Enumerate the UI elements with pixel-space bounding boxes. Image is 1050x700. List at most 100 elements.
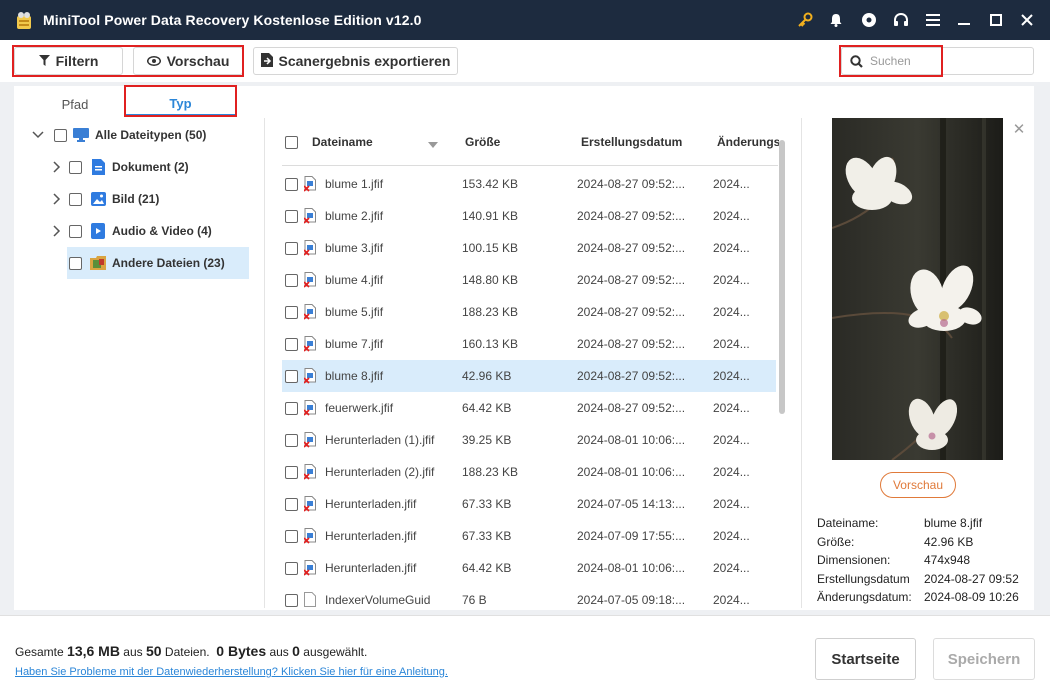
preview-image xyxy=(832,118,1003,460)
file-size: 76 B xyxy=(462,593,487,607)
save-button[interactable]: Speichern xyxy=(933,638,1035,680)
modified-date: 2024... xyxy=(713,177,750,191)
created-date: 2024-08-27 09:52:... xyxy=(577,177,686,191)
chevron-right-icon[interactable] xyxy=(51,225,63,237)
table-row[interactable]: Herunterladen.jfif 67.33 KB 2024-07-05 14:… xyxy=(282,488,776,520)
row-checkbox[interactable] xyxy=(285,466,298,479)
column-header-modified[interactable]: Änderungs xyxy=(717,135,779,149)
headset-icon[interactable] xyxy=(891,10,911,30)
file-name: blume 8.jfif xyxy=(325,369,384,383)
table-row[interactable]: Herunterladen.jfif 67.33 KB 2024-07-09 17:… xyxy=(282,520,776,552)
checkbox[interactable] xyxy=(54,128,67,142)
tree-item-other-files[interactable]: Andere Dateien (23) xyxy=(69,251,225,275)
table-row[interactable]: blume 2.jfif 140.91 KB 2024-08-27 09:52:..… xyxy=(282,200,776,232)
scrollbar-thumb[interactable] xyxy=(779,140,785,414)
filter-label: Filtern xyxy=(55,53,99,69)
menu-icon[interactable] xyxy=(923,10,943,30)
row-checkbox[interactable] xyxy=(285,210,298,223)
row-checkbox[interactable] xyxy=(285,434,298,447)
created-date: 2024-08-27 09:52:... xyxy=(577,337,686,351)
table-row[interactable]: Herunterladen (1).jfif 39.25 KB 2024-08-01… xyxy=(282,424,776,456)
table-row[interactable]: IndexerVolumeGuid 76 B 2024-07-05 09:18:..… xyxy=(282,584,776,608)
modified-date: 2024... xyxy=(713,433,750,447)
table-row[interactable]: blume 3.jfif 100.15 KB 2024-08-27 09:52:..… xyxy=(282,232,776,264)
row-checkbox[interactable] xyxy=(285,242,298,255)
key-icon[interactable] xyxy=(795,10,815,30)
created-date: 2024-08-27 09:52:... xyxy=(577,241,686,255)
file-size: 100.15 KB xyxy=(462,241,519,255)
minimize-icon[interactable] xyxy=(954,10,974,30)
checkbox[interactable] xyxy=(69,224,82,238)
chevron-down-icon[interactable] xyxy=(32,129,44,141)
file-name: feuerwerk.jfif xyxy=(325,401,394,415)
preview-button[interactable]: Vorschau xyxy=(880,472,956,498)
tree-item-all-types[interactable]: Alle Dateitypen (50) xyxy=(32,123,206,147)
search-input[interactable] xyxy=(870,52,1020,70)
file-size: 67.33 KB xyxy=(462,497,512,511)
tab-path[interactable]: Pfad xyxy=(45,92,105,116)
modified-date: 2024... xyxy=(713,593,750,607)
modified-date: 2024... xyxy=(713,369,750,383)
created-date: 2024-08-27 09:52:... xyxy=(577,305,686,319)
table-row[interactable]: blume 1.jfif 153.42 KB 2024-08-27 09:52:..… xyxy=(282,168,776,200)
deleted-image-file-icon xyxy=(303,272,318,288)
deleted-image-file-icon xyxy=(303,240,318,256)
modified-date: 2024... xyxy=(713,209,750,223)
tree-item-audio-video[interactable]: Audio & Video (4) xyxy=(51,219,212,243)
filter-button[interactable]: Filtern xyxy=(14,47,123,75)
row-checkbox[interactable] xyxy=(285,306,298,319)
deleted-image-file-icon xyxy=(303,368,318,384)
table-row[interactable]: blume 8.jfif 42.96 KB 2024-08-27 09:52:...… xyxy=(282,360,776,392)
table-row[interactable]: blume 7.jfif 160.13 KB 2024-08-27 09:52:..… xyxy=(282,328,776,360)
meta-value: 474x948 xyxy=(924,553,971,567)
table-row[interactable]: blume 5.jfif 188.23 KB 2024-08-27 09:52:..… xyxy=(282,296,776,328)
tree-label: Andere Dateien (23) xyxy=(112,256,225,270)
row-checkbox[interactable] xyxy=(285,402,298,415)
created-date: 2024-08-01 10:06:... xyxy=(577,465,686,479)
help-link[interactable]: Haben Sie Probleme mit der Datenwiederhe… xyxy=(15,666,448,678)
meta-label: Größe: xyxy=(817,535,855,549)
created-date: 2024-07-05 09:18:... xyxy=(577,593,686,607)
close-preview-icon[interactable]: ✕ xyxy=(1012,122,1026,137)
checkbox[interactable] xyxy=(69,192,82,206)
disc-icon[interactable] xyxy=(859,10,879,30)
table-row[interactable]: Herunterladen.jfif 64.42 KB 2024-08-01 10:… xyxy=(282,552,776,584)
export-scan-button[interactable]: Scanergebnis exportieren xyxy=(253,47,458,75)
preview-toolbar-button[interactable]: Vorschau xyxy=(133,47,243,75)
file-size: 64.42 KB xyxy=(462,561,512,575)
home-button[interactable]: Startseite xyxy=(815,638,916,680)
select-all-checkbox[interactable] xyxy=(285,136,298,149)
table-row[interactable]: blume 4.jfif 148.80 KB 2024-08-27 09:52:..… xyxy=(282,264,776,296)
row-checkbox[interactable] xyxy=(285,338,298,351)
row-checkbox[interactable] xyxy=(285,530,298,543)
checkbox[interactable] xyxy=(69,160,82,174)
tab-type[interactable]: Typ xyxy=(125,92,236,116)
tree-item-document[interactable]: Dokument (2) xyxy=(51,155,189,179)
row-checkbox[interactable] xyxy=(285,498,298,511)
row-checkbox[interactable] xyxy=(285,370,298,383)
row-checkbox[interactable] xyxy=(285,274,298,287)
row-checkbox[interactable] xyxy=(285,594,298,607)
checkbox[interactable] xyxy=(69,256,82,270)
row-checkbox[interactable] xyxy=(285,178,298,191)
table-row[interactable]: Herunterladen (2).jfif 188.23 KB 2024-08-0… xyxy=(282,456,776,488)
maximize-icon[interactable] xyxy=(986,10,1006,30)
column-header-created[interactable]: Erstellungsdatum xyxy=(581,135,682,149)
tree-item-image[interactable]: Bild (21) xyxy=(51,187,159,211)
filter-icon xyxy=(38,53,50,69)
header-divider xyxy=(282,165,778,166)
sort-down-icon[interactable] xyxy=(428,136,438,151)
search-box[interactable] xyxy=(841,47,1034,75)
chevron-right-icon[interactable] xyxy=(51,161,63,173)
created-date: 2024-08-01 10:06:... xyxy=(577,561,686,575)
column-header-size[interactable]: Größe xyxy=(465,135,500,149)
table-row[interactable]: feuerwerk.jfif 64.42 KB 2024-08-27 09:52:.… xyxy=(282,392,776,424)
chevron-right-icon[interactable] xyxy=(51,193,63,205)
bell-icon[interactable] xyxy=(826,10,846,30)
column-header-name[interactable]: Dateiname xyxy=(312,135,373,149)
close-icon[interactable] xyxy=(1017,10,1037,30)
file-size: 188.23 KB xyxy=(462,305,519,319)
modified-date: 2024... xyxy=(713,241,750,255)
file-name: blume 1.jfif xyxy=(325,177,384,191)
row-checkbox[interactable] xyxy=(285,562,298,575)
